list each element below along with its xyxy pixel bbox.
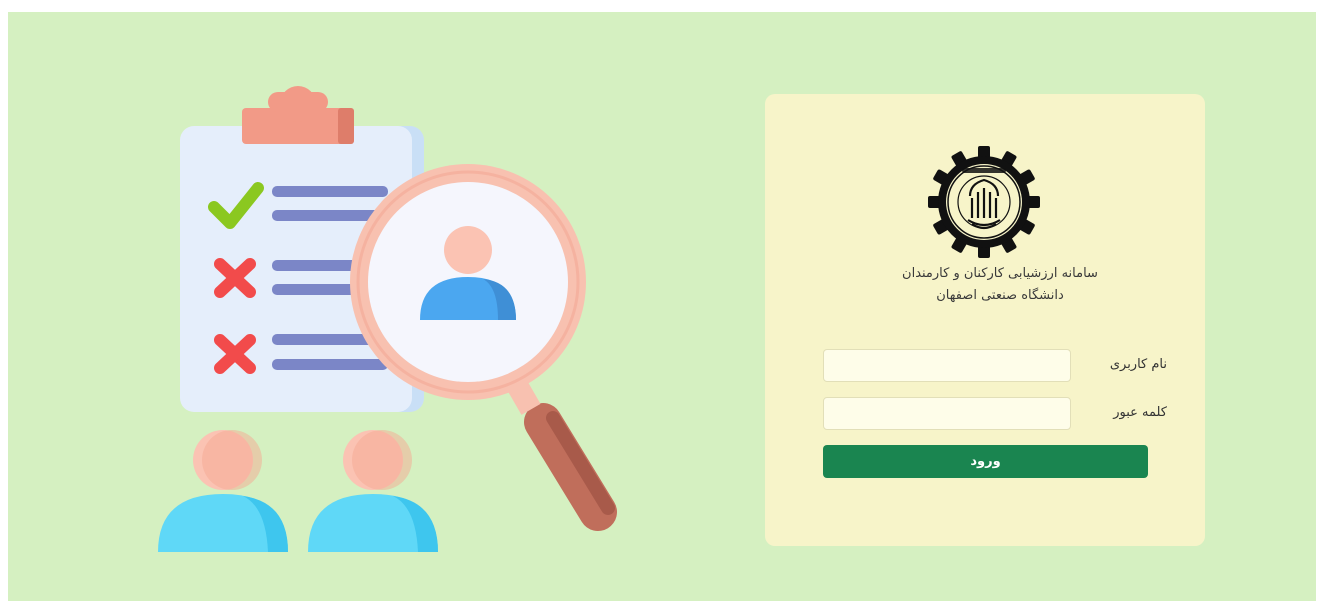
- password-label: کلمه عبور: [1113, 405, 1167, 420]
- password-input[interactable]: [823, 397, 1071, 430]
- university-name: دانشگاه صنعتی اصفهان: [936, 288, 1064, 303]
- username-input[interactable]: [823, 349, 1071, 382]
- person-icon: [308, 430, 438, 552]
- system-title: سامانه ارزشیابی کارکنان و کارمندان: [902, 266, 1098, 281]
- username-label: نام کاربری: [1109, 357, 1167, 372]
- login-card: سامانه ارزشیابی کارکنان و کارمندان دانشگ…: [765, 94, 1205, 546]
- page-background: سامانه ارزشیابی کارکنان و کارمندان دانشگ…: [8, 12, 1316, 601]
- university-logo: [928, 146, 1040, 258]
- evaluation-illustration: [158, 86, 617, 552]
- login-button[interactable]: ورود: [823, 445, 1148, 478]
- person-icon: [158, 430, 288, 552]
